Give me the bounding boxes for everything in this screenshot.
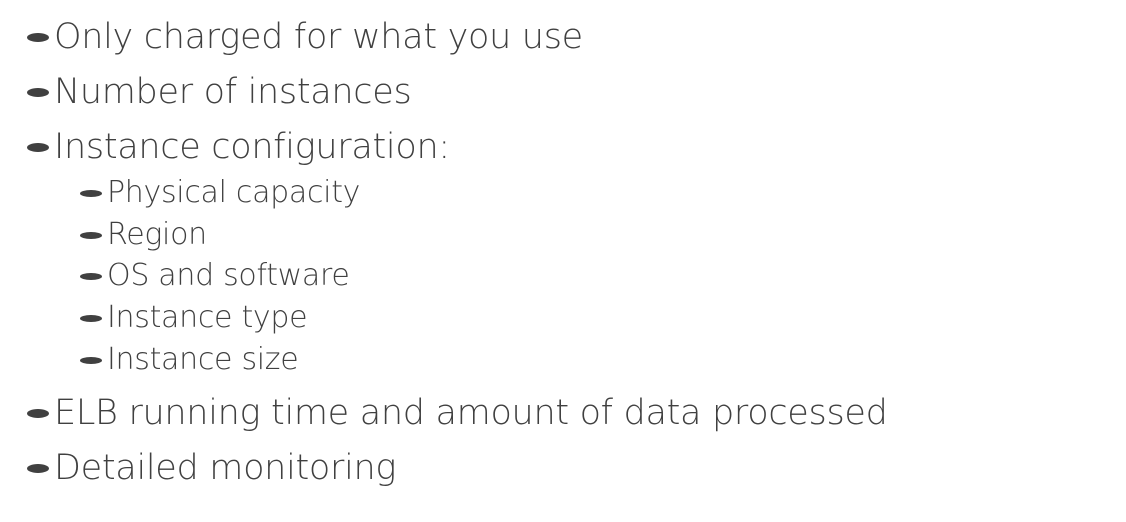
sub-bullet-text: Instance type [107, 300, 308, 335]
bullet-text: Detailed monitoring [54, 448, 397, 488]
bullet-text: Instance configuration: [54, 127, 450, 167]
bullet-dot-icon [27, 143, 49, 152]
sub-bullet-text: Region [107, 217, 207, 252]
bullet-dot-icon [27, 464, 49, 473]
bullet-dot-icon [27, 409, 49, 418]
bullet-text: Only charged for what you use [54, 17, 583, 57]
bullet-dot-icon [27, 88, 49, 97]
sub-bullet-dot-icon [80, 190, 102, 197]
sub-bullet-text: Physical capacity [107, 175, 361, 210]
bullet-text: ELB running time and amount of data proc… [54, 393, 888, 433]
sub-bullet-dot-icon [80, 273, 102, 280]
sub-bullet-dot-icon [80, 232, 102, 239]
sub-bullet-dot-icon [80, 315, 102, 322]
sub-bullet-text: OS and software [107, 258, 350, 293]
sub-bullet-text: Instance size [107, 342, 299, 377]
bullet-dot-icon [27, 33, 49, 42]
slide-content: Only charged for what you use Number of … [0, 0, 1126, 522]
bullet-text: Number of instances [54, 72, 412, 112]
sub-bullet-dot-icon [80, 357, 102, 364]
